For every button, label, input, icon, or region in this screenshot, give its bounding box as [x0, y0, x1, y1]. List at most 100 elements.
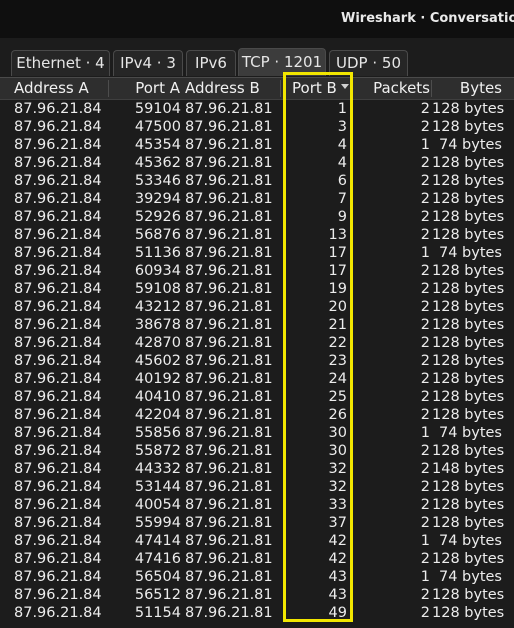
cell-bytes: 128 bytes [432, 119, 505, 135]
cell-packets: 2 [420, 299, 430, 315]
column-header-packets[interactable]: Packets [354, 78, 430, 99]
cell-packets: 1 [420, 137, 430, 153]
cell-address-a: 87.96.21.84 [14, 569, 102, 585]
table-row[interactable]: 87.96.21.84 55856 87.96.21.81 30 1 74 bytes [0, 424, 514, 442]
column-header-address-a[interactable]: Address A [14, 78, 108, 99]
cell-address-a: 87.96.21.84 [14, 191, 102, 207]
table-row[interactable]: 87.96.21.84 45354 87.96.21.81 4 1 74 bytes [0, 136, 514, 154]
table-row[interactable]: 87.96.21.84 38678 87.96.21.81 21 2 128 bytes [0, 316, 514, 334]
table-row[interactable]: 87.96.21.84 51154 87.96.21.81 49 2 128 bytes [0, 604, 514, 622]
cell-packets: 2 [420, 407, 430, 423]
table-row[interactable]: 87.96.21.84 44332 87.96.21.81 32 2 148 bytes [0, 460, 514, 478]
cell-bytes: 128 bytes [432, 605, 505, 621]
table-row[interactable]: 87.96.21.84 60934 87.96.21.81 17 2 128 bytes [0, 262, 514, 280]
cell-address-b: 87.96.21.81 [185, 533, 273, 549]
column-divider[interactable] [352, 80, 353, 97]
table-row[interactable]: 87.96.21.84 47500 87.96.21.81 3 2 128 bytes [0, 118, 514, 136]
cell-address-b: 87.96.21.81 [185, 353, 273, 369]
cell-bytes: 128 bytes [432, 497, 505, 513]
cell-packets: 2 [420, 227, 430, 243]
cell-port-b: 30 [328, 443, 347, 459]
cell-address-a: 87.96.21.84 [14, 137, 102, 153]
cell-packets: 2 [420, 479, 430, 495]
cell-port-a: 45362 [134, 155, 181, 171]
table-row[interactable]: 87.96.21.84 59104 87.96.21.81 1 2 128 bytes [0, 100, 514, 118]
cell-address-a: 87.96.21.84 [14, 245, 102, 261]
table-row[interactable]: 87.96.21.84 45362 87.96.21.81 4 2 128 bytes [0, 154, 514, 172]
table-row[interactable]: 87.96.21.84 39294 87.96.21.81 7 2 128 bytes [0, 190, 514, 208]
cell-address-a: 87.96.21.84 [14, 353, 102, 369]
column-divider[interactable] [108, 80, 109, 97]
cell-port-b: 3 [337, 119, 347, 135]
table-row[interactable]: 87.96.21.84 40054 87.96.21.81 33 2 128 bytes [0, 496, 514, 514]
cell-address-a: 87.96.21.84 [14, 605, 102, 621]
table-row[interactable]: 87.96.21.84 59108 87.96.21.81 19 2 128 bytes [0, 280, 514, 298]
column-divider[interactable] [280, 80, 281, 97]
table-row[interactable]: 87.96.21.84 53346 87.96.21.81 6 2 128 bytes [0, 172, 514, 190]
cell-address-b: 87.96.21.81 [185, 281, 273, 297]
table-row[interactable]: 87.96.21.84 40192 87.96.21.81 24 2 128 bytes [0, 370, 514, 388]
table-row[interactable]: 87.96.21.84 55872 87.96.21.81 30 2 128 bytes [0, 442, 514, 460]
tab-ipv6[interactable]: IPv6 [186, 50, 236, 76]
cell-bytes: 128 bytes [432, 479, 505, 495]
cell-address-b: 87.96.21.81 [185, 137, 273, 153]
tab-udp[interactable]: UDP · 50 [329, 50, 408, 76]
cell-packets: 2 [420, 389, 430, 405]
cell-bytes: 128 bytes [432, 371, 505, 387]
cell-bytes: 128 bytes [432, 317, 505, 333]
cell-address-a: 87.96.21.84 [14, 551, 102, 567]
cell-address-b: 87.96.21.81 [185, 389, 273, 405]
table-row[interactable]: 87.96.21.84 47414 87.96.21.81 42 1 74 bytes [0, 532, 514, 550]
table-row[interactable]: 87.96.21.84 51136 87.96.21.81 17 1 74 bytes [0, 244, 514, 262]
table-row[interactable]: 87.96.21.84 43212 87.96.21.81 20 2 128 bytes [0, 298, 514, 316]
cell-packets: 2 [420, 155, 430, 171]
cell-packets: 2 [420, 119, 430, 135]
table-row[interactable]: 87.96.21.84 53144 87.96.21.81 32 2 128 bytes [0, 478, 514, 496]
tab-ethernet[interactable]: Ethernet · 4 [11, 50, 110, 76]
cell-port-a: 55872 [134, 443, 181, 459]
cell-address-a: 87.96.21.84 [14, 209, 102, 225]
cell-bytes: 128 bytes [432, 101, 505, 117]
table-row[interactable]: 87.96.21.84 56876 87.96.21.81 13 2 128 bytes [0, 226, 514, 244]
cell-packets: 2 [420, 551, 430, 567]
cell-address-b: 87.96.21.81 [185, 515, 273, 531]
conversation-table-body[interactable]: 87.96.21.84 59104 87.96.21.81 1 2 128 bytes 87… [0, 100, 514, 628]
table-row[interactable]: 87.96.21.84 55994 87.96.21.81 37 2 128 bytes [0, 514, 514, 532]
cell-port-b: 32 [328, 461, 347, 477]
cell-bytes: 128 bytes [432, 281, 505, 297]
cell-port-b: 22 [328, 335, 347, 351]
cell-port-b: 1 [337, 101, 347, 117]
table-row[interactable]: 87.96.21.84 56504 87.96.21.81 43 1 74 bytes [0, 568, 514, 586]
cell-bytes: 128 bytes [432, 551, 505, 567]
tab-ipv4[interactable]: IPv4 · 3 [113, 50, 183, 76]
column-header-bytes[interactable]: Bytes [432, 78, 502, 99]
table-row[interactable]: 87.96.21.84 45602 87.96.21.81 23 2 128 bytes [0, 352, 514, 370]
cell-address-a: 87.96.21.84 [14, 425, 102, 441]
cell-port-a: 60934 [134, 263, 181, 279]
table-row[interactable]: 87.96.21.84 42870 87.96.21.81 22 2 128 bytes [0, 334, 514, 352]
cell-port-a: 38678 [134, 317, 181, 333]
cell-bytes: 128 bytes [432, 209, 505, 225]
cell-port-a: 53346 [134, 173, 181, 189]
cell-address-b: 87.96.21.81 [185, 245, 273, 261]
cell-port-b: 9 [337, 209, 347, 225]
table-row[interactable]: 87.96.21.84 47416 87.96.21.81 42 2 128 bytes [0, 550, 514, 568]
column-header-port-a[interactable]: Port A [110, 78, 181, 99]
cell-port-a: 40192 [134, 371, 181, 387]
table-row[interactable]: 87.96.21.84 42204 87.96.21.81 26 2 128 bytes [0, 406, 514, 424]
table-row[interactable]: 87.96.21.84 52926 87.96.21.81 9 2 128 bytes [0, 208, 514, 226]
table-row[interactable]: 87.96.21.84 56512 87.96.21.81 43 2 128 bytes [0, 586, 514, 604]
cell-port-a: 59108 [134, 281, 181, 297]
cell-address-b: 87.96.21.81 [185, 335, 273, 351]
cell-port-a: 43212 [134, 299, 181, 315]
column-header-port-b-label: Port B [292, 79, 337, 97]
cell-port-b: 20 [328, 299, 347, 315]
tab-tcp[interactable]: TCP · 1201 [238, 48, 326, 76]
column-header-address-b[interactable]: Address B [185, 78, 281, 99]
column-header-port-b[interactable]: Port B [292, 78, 350, 99]
cell-address-a: 87.96.21.84 [14, 371, 102, 387]
cell-packets: 2 [420, 317, 430, 333]
cell-port-a: 56876 [134, 227, 181, 243]
window-title: Wireshark · Conversations · Blu [341, 11, 514, 26]
table-row[interactable]: 87.96.21.84 40410 87.96.21.81 25 2 128 bytes [0, 388, 514, 406]
